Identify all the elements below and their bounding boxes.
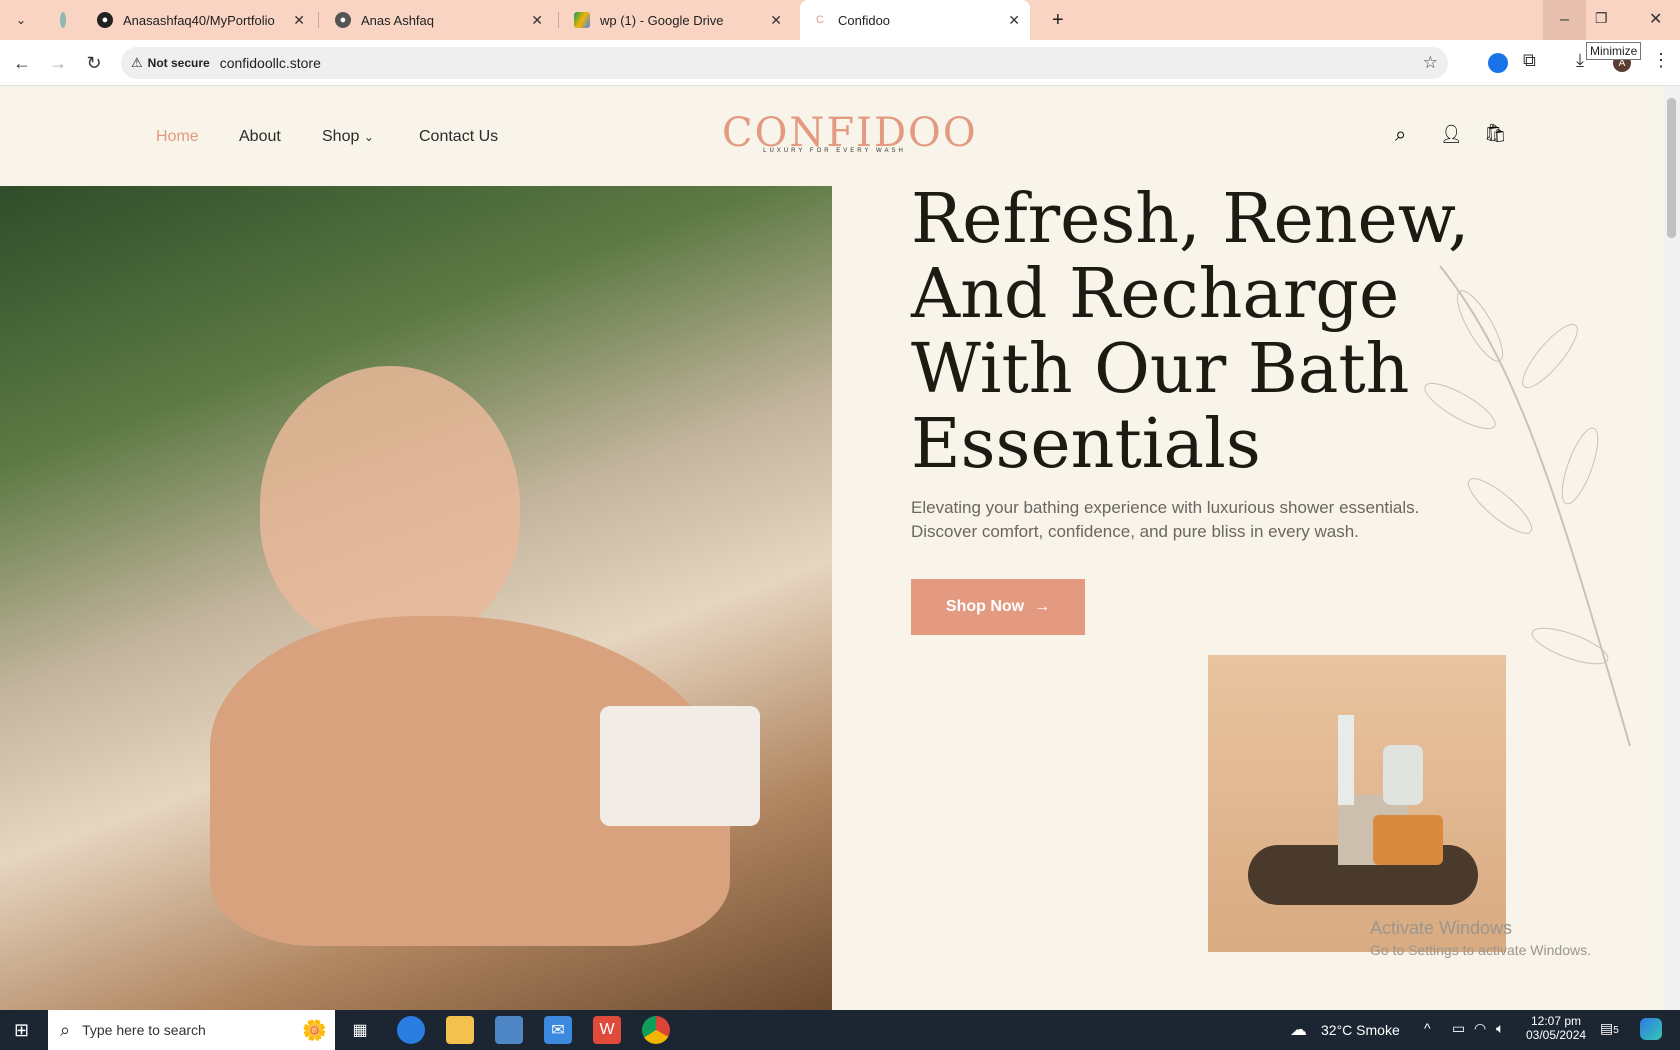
tab-confidoo[interactable]: C Confidoo ✕ <box>800 0 1030 40</box>
scrollbar-thumb[interactable] <box>1667 98 1676 238</box>
window-close-button[interactable]: ✕ <box>1649 9 1662 29</box>
tab-label: Anas Ashfaq <box>361 12 434 28</box>
restore-button[interactable]: ❐ <box>1595 10 1608 27</box>
url-text[interactable]: confidoollc.store <box>220 55 321 71</box>
download-icon[interactable]: ⤓ <box>1576 50 1584 71</box>
windows-start-icon[interactable]: ⊞ <box>14 1020 29 1041</box>
taskbar-search-placeholder[interactable]: Type here to search <box>82 1022 206 1038</box>
search-icon[interactable]: ⌕ <box>1395 124 1406 147</box>
chevron-down-icon: ⌄ <box>363 130 374 144</box>
tab-google-drive[interactable]: wp (1) - Google Drive ✕ <box>562 0 792 40</box>
website-viewport: Home About Shop ⌄ Contact Us CONFIDOO LU… <box>0 86 1680 1010</box>
hero-jar <box>600 706 760 826</box>
clock[interactable]: 12:07 pm 03/05/2024 <box>1526 1014 1586 1042</box>
nav-contact[interactable]: Contact Us <box>419 128 498 146</box>
close-icon[interactable]: ✕ <box>293 12 305 29</box>
product-soap <box>1373 815 1443 865</box>
notifications-icon[interactable]: ▤5 <box>1600 1020 1619 1037</box>
tooltip: Minimize <box>1586 42 1642 60</box>
edge-icon[interactable] <box>397 1016 425 1044</box>
close-icon[interactable]: ✕ <box>531 12 543 29</box>
arrow-right-icon: → <box>1034 598 1051 615</box>
product-jar <box>1383 745 1423 805</box>
nav-shop[interactable]: Shop ⌄ <box>322 128 374 146</box>
windows-taskbar: ⊞ ⌕ Type here to search 🌼 ▦ ✉ W ☁ 32°C S… <box>0 1010 1680 1050</box>
activate-windows-subtitle: Go to Settings to activate Windows. <box>1370 942 1591 958</box>
chevron-up-icon[interactable]: ^ <box>1424 1020 1431 1036</box>
close-icon[interactable]: ✕ <box>770 12 782 29</box>
page-scrollbar[interactable] <box>1663 86 1680 1010</box>
copilot-icon[interactable] <box>1640 1018 1662 1040</box>
tab-separator <box>318 12 319 28</box>
activate-windows-title: Activate Windows <box>1370 918 1513 938</box>
nav-about[interactable]: About <box>239 128 281 146</box>
back-button[interactable]: ← <box>10 51 34 75</box>
tab-label: wp (1) - Google Drive <box>600 12 724 28</box>
omnibox[interactable]: ⚠ Not secure confidoollc.store ☆ <box>121 47 1448 79</box>
new-tab-button[interactable]: + <box>1040 0 1070 40</box>
browser-tab-bar: ⌄ ● Anasashfaq40/MyPortfolio ✕ ● Anas Ashfa… <box>0 0 1680 60</box>
cart-icon[interactable]: 🛍︎ <box>1484 123 1507 144</box>
pinned-tab-chatgpt[interactable] <box>48 0 76 40</box>
warning-icon: ⚠ <box>131 55 143 70</box>
product-image <box>1208 655 1506 952</box>
tab-label: Anasashfaq40/MyPortfolio <box>123 12 275 28</box>
nav-home[interactable]: Home <box>156 128 199 146</box>
display-icon[interactable]: ▭ <box>1452 1020 1465 1037</box>
weather-icon: ☁ <box>1290 1020 1307 1039</box>
security-label[interactable]: Not secure <box>148 56 210 70</box>
globe-icon: ● <box>335 12 351 28</box>
wps-icon[interactable]: W <box>593 1016 621 1044</box>
hero-figure <box>260 366 520 646</box>
product-dropper <box>1338 715 1354 805</box>
wifi-icon[interactable]: ◠ <box>1474 1020 1486 1037</box>
tab-label: Confidoo <box>838 12 891 28</box>
date-text: 03/05/2024 <box>1526 1028 1587 1042</box>
time-text: 12:07 pm <box>1530 1014 1582 1028</box>
chrome-icon[interactable] <box>642 1016 670 1044</box>
taskbar-search[interactable]: ⌕ Type here to search 🌼 <box>48 1010 335 1050</box>
hero-lead: Elevating your bathing experience with l… <box>911 498 1420 541</box>
file-explorer-icon[interactable] <box>446 1016 474 1044</box>
tab-myportfolio[interactable]: ● Anasashfaq40/MyPortfolio ✕ <box>85 0 315 40</box>
shop-now-button[interactable]: Shop Now → <box>911 579 1085 635</box>
hero-image <box>0 186 832 1010</box>
google-drive-icon <box>574 12 590 28</box>
shop-now-label: Shop Now <box>945 598 1025 615</box>
site-logo[interactable]: CONFIDOO LUXURY FOR EVERY WASH <box>722 112 976 162</box>
task-view-icon[interactable]: ▦ <box>346 1016 374 1044</box>
account-icon[interactable]: 👤︎ <box>1440 124 1463 145</box>
weather-text[interactable]: 32°C Smoke <box>1321 1022 1400 1038</box>
github-icon: ● <box>97 12 113 28</box>
search-icon: ⌕ <box>60 1019 71 1040</box>
minimize-button[interactable]: – <box>1543 0 1586 40</box>
tab-separator <box>558 12 559 28</box>
hero-headline: Refresh, Renew, And Recharge With Our Ba… <box>911 180 1470 484</box>
nav-shop-label: Shop <box>322 128 360 145</box>
tab-anas-ashfaq[interactable]: ● Anas Ashfaq ✕ <box>323 0 553 40</box>
notification-count: 5 <box>1613 1025 1619 1036</box>
flowers-icon: 🌼 <box>302 1019 327 1042</box>
tab-search-button[interactable]: ⌄ <box>4 0 34 40</box>
chatgpt-icon <box>60 12 66 28</box>
address-bar: ← → ↻ ⚠ Not secure confidoollc.store ☆ ⧉… <box>0 40 1680 86</box>
forward-button[interactable]: → <box>46 51 70 75</box>
close-icon[interactable]: ✕ <box>1008 12 1020 29</box>
menu-kebab-icon[interactable]: ⋮ <box>1652 50 1670 71</box>
extension-icon[interactable] <box>1488 53 1508 73</box>
mail-icon[interactable]: ✉ <box>544 1016 572 1044</box>
confidoo-icon: C <box>816 14 824 26</box>
store-icon[interactable] <box>495 1016 523 1044</box>
volume-icon[interactable]: 🔈︎ <box>1496 1020 1504 1037</box>
reload-button[interactable]: ↻ <box>82 51 106 75</box>
bookmark-star-icon[interactable]: ☆ <box>1423 53 1438 73</box>
extensions-puzzle-icon[interactable]: ⧉ <box>1523 50 1536 71</box>
